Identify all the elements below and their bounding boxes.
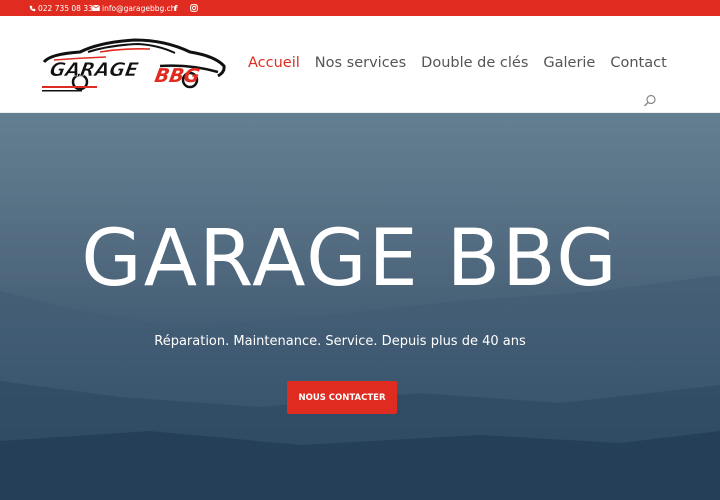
top-bar: 022 735 08 33 info@garagebbg.ch f: [0, 0, 720, 16]
phone-icon: [29, 5, 36, 11]
hero-subtitle: Réparation. Maintenance. Service. Depuis…: [154, 334, 526, 349]
logo-text-accent: BBG: [153, 64, 202, 87]
instagram-icon: [190, 4, 198, 12]
site-header: GARAGE BBG Accueil Nos services Double d…: [0, 16, 720, 113]
logo-text-main: GARAGE: [48, 58, 140, 81]
email-link[interactable]: info@garagebbg.ch: [92, 0, 176, 16]
phone-link[interactable]: 022 735 08 33: [29, 0, 93, 16]
search-icon[interactable]: [643, 94, 657, 108]
facebook-link[interactable]: f: [174, 0, 177, 16]
hero-section: GARAGE BBG Réparation. Maintenance. Serv…: [0, 113, 720, 500]
nav-contact[interactable]: Contact: [610, 55, 666, 71]
mail-icon: [92, 5, 100, 11]
contact-cta-button[interactable]: NOUS CONTACTER: [287, 381, 397, 414]
facebook-icon: f: [174, 3, 178, 13]
phone-number: 022 735 08 33: [38, 3, 93, 13]
instagram-link[interactable]: [190, 0, 198, 16]
nav-accueil[interactable]: Accueil: [248, 55, 300, 71]
nav-double-de-cles[interactable]: Double de clés: [421, 55, 528, 71]
nav-nos-services[interactable]: Nos services: [315, 55, 406, 71]
nav-galerie[interactable]: Galerie: [543, 55, 595, 71]
site-logo[interactable]: GARAGE BBG: [40, 36, 226, 94]
main-nav: Accueil Nos services Double de clés Gale…: [248, 55, 667, 71]
hero-title: GARAGE BBG: [81, 214, 619, 304]
email-address: info@garagebbg.ch: [102, 3, 176, 13]
